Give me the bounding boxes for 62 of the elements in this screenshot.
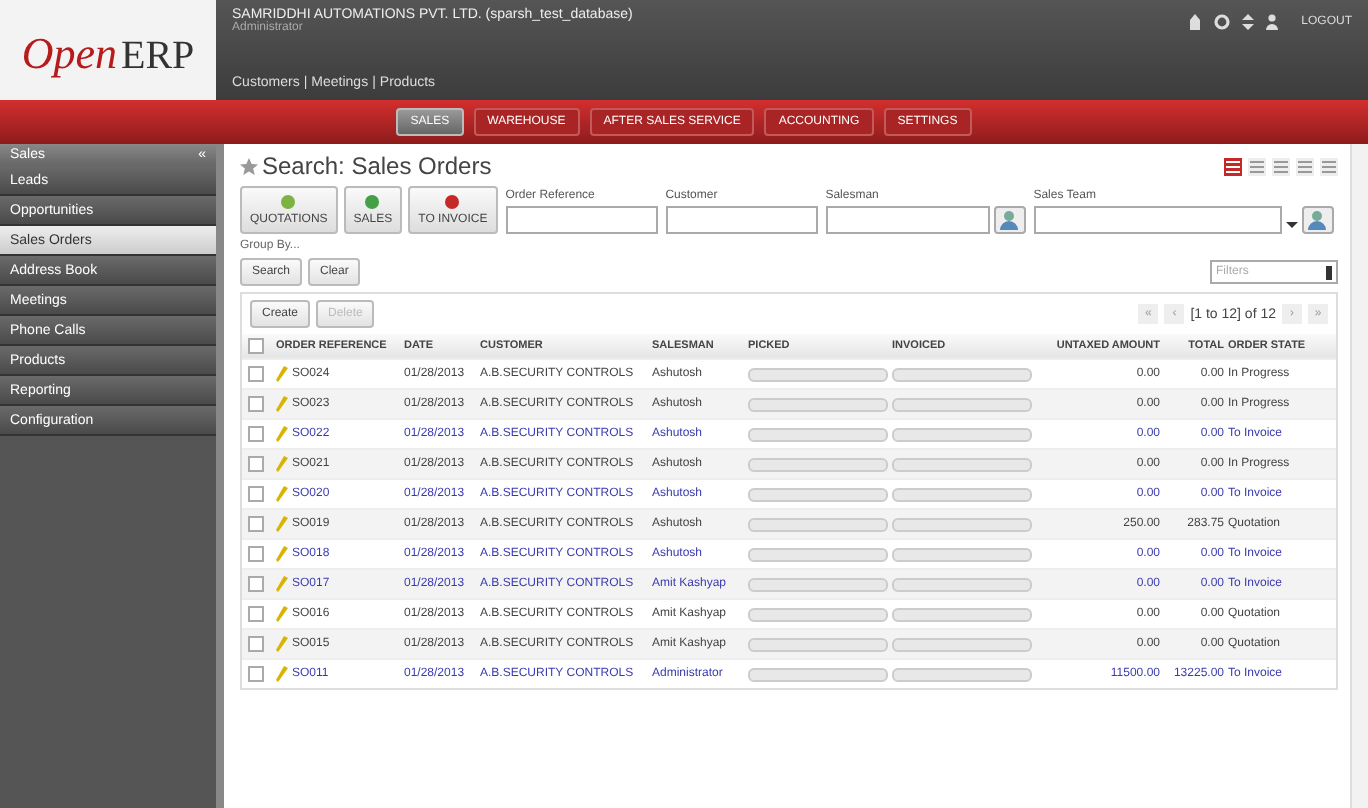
row-checkbox[interactable]	[248, 486, 264, 502]
row-checkbox[interactable]	[248, 576, 264, 592]
row-checkbox[interactable]	[248, 516, 264, 532]
progress-bar	[748, 487, 888, 501]
page-title: Search: Sales Orders	[262, 152, 492, 180]
row-checkbox[interactable]	[248, 636, 264, 652]
view-switch-button[interactable]	[1320, 157, 1338, 175]
list-icon	[1298, 159, 1312, 173]
row-checkbox[interactable]	[248, 396, 264, 412]
progress-bar	[748, 607, 888, 621]
view-switch-button[interactable]	[1248, 157, 1266, 175]
row-checkbox[interactable]	[248, 546, 264, 562]
progress-bar	[892, 427, 1032, 441]
progress-bar	[892, 667, 1032, 681]
progress-bar	[748, 517, 888, 531]
list-icon	[1250, 159, 1264, 173]
home-icon[interactable]	[1187, 13, 1202, 29]
progress-bar	[892, 367, 1032, 381]
progress-bar	[892, 637, 1032, 651]
user-icon	[1308, 210, 1327, 230]
logo-text: ERP	[120, 34, 195, 80]
star-icon[interactable]	[240, 157, 258, 175]
progress-bar	[748, 397, 888, 411]
progress-bar	[748, 637, 888, 651]
search-field[interactable]	[1033, 206, 1282, 234]
view-switch-button[interactable]	[1272, 157, 1290, 175]
progress-bar	[748, 577, 888, 591]
progress-bar	[892, 397, 1032, 411]
progress-bar	[748, 667, 888, 681]
user-icon[interactable]	[1265, 13, 1278, 29]
progress-bar	[892, 457, 1032, 471]
progress-bar	[892, 547, 1032, 561]
progress-bar	[892, 487, 1032, 501]
list-icon	[1226, 159, 1240, 173]
list-icon	[1322, 159, 1336, 173]
progress-bar	[892, 517, 1032, 531]
user-search-button[interactable]	[993, 206, 1026, 234]
user-icon	[1000, 210, 1019, 230]
user-search-button[interactable]	[1301, 206, 1334, 234]
row-checkbox[interactable]	[248, 666, 264, 682]
search-field[interactable]	[665, 206, 818, 234]
list-icon	[1274, 159, 1288, 173]
scrollbar[interactable]	[1350, 144, 1368, 808]
row-checkbox[interactable]	[248, 426, 264, 442]
progress-bar	[748, 547, 888, 561]
select-all-checkbox[interactable]	[248, 338, 264, 354]
filter-icon	[444, 194, 461, 210]
progress-bar	[892, 577, 1032, 591]
row-checkbox[interactable]	[248, 366, 264, 382]
logo-text: Open	[21, 28, 117, 80]
progress-bar	[748, 427, 888, 441]
row-checkbox[interactable]	[248, 456, 264, 472]
updown-icon[interactable]	[1241, 13, 1254, 29]
progress-bar	[748, 367, 888, 381]
search-field[interactable]	[825, 206, 990, 234]
filter-icon	[364, 194, 381, 210]
row-checkbox[interactable]	[248, 606, 264, 622]
view-switch-button[interactable]	[1296, 157, 1314, 175]
search-field[interactable]	[505, 206, 658, 234]
progress-bar	[748, 457, 888, 471]
filter-icon	[280, 194, 297, 210]
progress-bar	[892, 607, 1032, 621]
